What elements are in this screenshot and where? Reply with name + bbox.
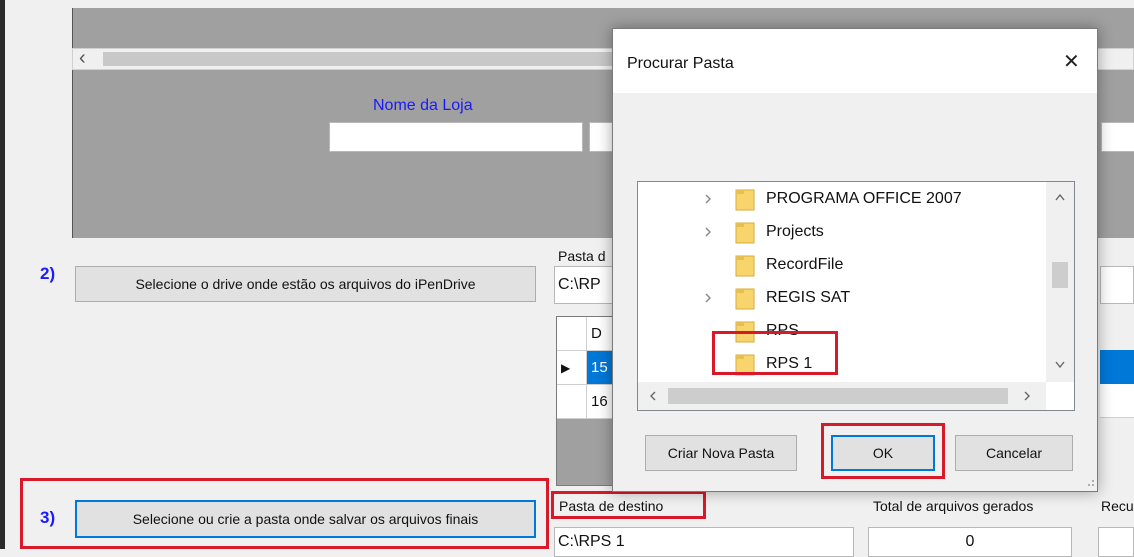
close-icon[interactable]: ✕ [1063, 49, 1080, 74]
total-files-value: 0 [868, 527, 1072, 557]
grid-right-cell[interactable] [1100, 384, 1134, 418]
dialog-title-bar: Procurar Pasta ✕ [613, 29, 1097, 93]
chevron-right-icon[interactable] [702, 226, 714, 238]
browse-folder-dialog: Procurar Pasta ✕ PROGRAMA OFFICE 2007 Pr… [612, 28, 1098, 492]
tree-item-label: RPS 1 [766, 354, 813, 372]
tree-item-label: Projects [766, 222, 824, 240]
grid-row-header[interactable]: ▶ [557, 351, 587, 385]
tree-item[interactable]: REGIS SAT [638, 281, 1046, 314]
scroll-left-icon[interactable] [648, 390, 658, 402]
tree-item-label: RecordFile [766, 255, 844, 273]
ok-button[interactable]: OK [831, 435, 935, 471]
dest-folder-label: Pasta de destino [559, 498, 664, 514]
cancel-button[interactable]: Cancelar [955, 435, 1073, 471]
grid-right-selection[interactable] [1100, 350, 1134, 384]
grid-corner [557, 317, 587, 351]
dest-folder-input[interactable]: C:\RPS 1 [554, 527, 854, 557]
total-files-label: Total de arquivos gerados [873, 498, 1034, 514]
right-partial-input[interactable] [1101, 122, 1134, 152]
scroll-down-icon[interactable] [1054, 360, 1066, 370]
scroll-up-icon[interactable] [1054, 192, 1066, 202]
tree-item[interactable]: RecordFile [638, 248, 1046, 281]
store-name-input[interactable] [329, 122, 583, 152]
scroll-right-icon[interactable] [1022, 390, 1032, 402]
folder-icon [735, 222, 755, 243]
total-files-number: 0 [965, 533, 975, 550]
source-folder-label: Pasta d [558, 248, 606, 264]
chevron-right-icon[interactable] [702, 292, 714, 304]
tree-item[interactable]: Projects [638, 215, 1046, 248]
tree-item-label: REGIS SAT [766, 288, 851, 306]
new-folder-button[interactable]: Criar Nova Pasta [645, 435, 797, 471]
current-row-icon: ▶ [561, 360, 571, 375]
tree-horizontal-scrollbar[interactable] [638, 382, 1046, 410]
select-drive-button[interactable]: Selecione o drive onde estão os arquivos… [75, 266, 536, 302]
tree-item[interactable]: PROGRAMA OFFICE 2007 [638, 182, 1046, 215]
step3-number: 3) [40, 508, 56, 527]
tree-vertical-scrollbar[interactable] [1046, 182, 1074, 382]
folder-icon [735, 321, 755, 342]
folder-icon [735, 189, 755, 210]
tree-item[interactable]: RPS [638, 314, 1046, 347]
partial-recu-input[interactable] [1098, 527, 1134, 557]
folder-icon [735, 288, 755, 309]
step2-number: 2) [40, 264, 56, 283]
left-edge-bar [0, 0, 5, 549]
select-destination-button[interactable]: Selecione ou crie a pasta onde salvar os… [75, 500, 536, 538]
grid-row-header[interactable] [557, 385, 587, 419]
resize-grip-icon[interactable] [1083, 475, 1095, 487]
tree-item-selected[interactable]: RPS 1 [638, 347, 1046, 380]
tree-vscroll-thumb[interactable] [1052, 262, 1068, 288]
folder-icon [735, 354, 755, 375]
tree-item-label: PROGRAMA OFFICE 2007 [766, 189, 962, 207]
folder-icon [735, 255, 755, 276]
partial-recu-label: Recu [1101, 498, 1134, 514]
chevron-right-icon[interactable] [702, 193, 714, 205]
scroll-left-icon[interactable]: ‹ [79, 47, 86, 70]
dialog-title: Procurar Pasta [627, 55, 734, 72]
tree-hscroll-thumb[interactable] [668, 388, 1008, 404]
folder-tree[interactable]: PROGRAMA OFFICE 2007 Projects RecordFile… [637, 181, 1075, 411]
tree-item-label: RPS [766, 321, 799, 339]
right-partial-field[interactable] [1100, 266, 1134, 304]
store-name-label: Nome da Loja [373, 97, 473, 114]
